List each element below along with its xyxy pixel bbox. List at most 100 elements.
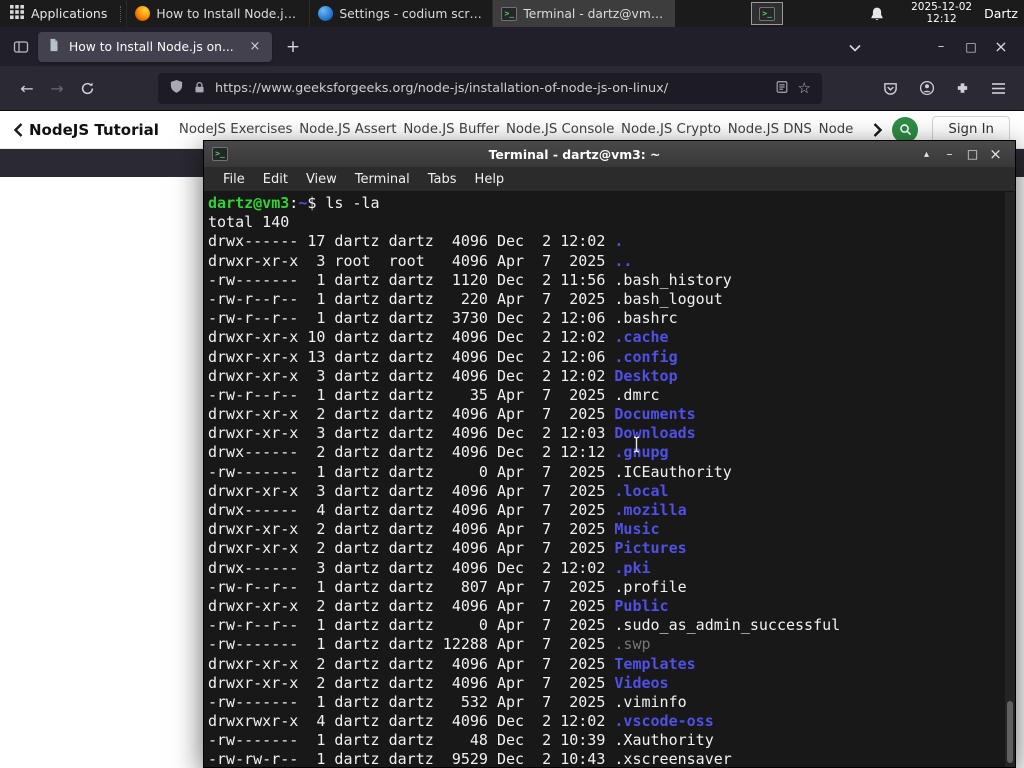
menu-terminal[interactable]: Terminal xyxy=(346,172,419,187)
bookmark-star-icon[interactable]: ☆ xyxy=(798,79,811,97)
window-maximize-button[interactable]: □ xyxy=(956,40,986,54)
nav-item-node-js-assert[interactable]: Node.JS Assert xyxy=(299,122,396,137)
file-name: .bashrc xyxy=(614,309,678,328)
menu-tabs[interactable]: Tabs xyxy=(419,172,466,187)
listing-meta: -rw------- 1 dartz dartz 48 Dec 2 10:39 xyxy=(208,731,615,750)
file-name: .bash_logout xyxy=(614,289,723,308)
listing-row: -rw------- 1 dartz dartz 48 Dec 2 10:39 … xyxy=(208,731,1005,750)
file-name: .gnupg xyxy=(614,443,669,462)
list-all-tabs-icon[interactable] xyxy=(842,37,868,56)
listing-row: -rw------- 1 dartz dartz 0 Apr 7 2025 .I… xyxy=(208,463,1005,482)
listing-meta: -rw-r--r-- 1 dartz dartz 220 Apr 7 2025 xyxy=(208,289,615,308)
listing-row: -rw-rw-r-- 1 dartz dartz 9529 Dec 2 10:4… xyxy=(208,750,1005,767)
tabbar-right-controls: – □ × xyxy=(842,37,1016,56)
applications-menu[interactable]: Applications xyxy=(0,0,117,27)
sign-in-button[interactable]: Sign In xyxy=(932,116,1010,143)
terminal-launcher[interactable]: >_ xyxy=(751,2,784,25)
terminal-close-button[interactable]: × xyxy=(984,145,1007,163)
listing-row: -rw-r--r-- 1 dartz dartz 807 Apr 7 2025 … xyxy=(208,578,1005,597)
taskbar-item-label: How to Install Node.js o... xyxy=(156,6,302,21)
tab-title: How to Install Node.js on... xyxy=(69,39,234,54)
back-button[interactable]: ← xyxy=(12,73,42,103)
forward-button[interactable]: → xyxy=(42,73,72,103)
window-minimize-button[interactable]: – xyxy=(926,39,956,54)
window-close-button[interactable]: × xyxy=(986,37,1016,56)
menu-file[interactable]: File xyxy=(214,172,254,187)
nav-item-node-js-crypto[interactable]: Node.JS Crypto xyxy=(621,122,721,137)
listing-meta: drwxr-xr-x 3 dartz dartz 4096 Apr 7 2025 xyxy=(208,481,615,500)
account-icon[interactable] xyxy=(913,75,940,102)
menu-hamburger-icon[interactable] xyxy=(985,75,1012,102)
nav-item-node[interactable]: Node xyxy=(819,122,854,137)
pocket-icon[interactable] xyxy=(877,75,904,102)
terminal-maximize-button[interactable]: □ xyxy=(961,147,984,161)
panel-clock[interactable]: 2025-12-02 12:12 xyxy=(911,1,973,25)
listing-meta: -rw-r--r-- 1 dartz dartz 0 Apr 7 2025 xyxy=(208,616,615,635)
command-text: ls -la xyxy=(325,194,380,212)
terminal-window: >_ Terminal - dartz@vm3: ~ ▴ – □ × File E… xyxy=(203,140,1016,768)
taskbar-item-codium[interactable]: Settings - codium script... xyxy=(309,0,492,27)
terminal-minimize-button[interactable]: – xyxy=(938,147,961,161)
tracking-shield-icon[interactable] xyxy=(169,79,184,98)
nav-item-nodejs-exercises[interactable]: NodeJS Exercises xyxy=(179,122,293,137)
file-name: Public xyxy=(614,596,669,615)
listing-row: drwx------ 17 dartz dartz 4096 Dec 2 12:… xyxy=(208,232,1005,251)
listing-row: drwxr-xr-x 3 dartz dartz 4096 Dec 2 12:0… xyxy=(208,367,1005,386)
extensions-icon[interactable] xyxy=(949,75,976,102)
prompt-path: ~ xyxy=(298,194,308,212)
browser-tab[interactable]: How to Install Node.js on... × xyxy=(38,31,272,62)
reader-mode-icon[interactable] xyxy=(775,79,789,98)
terminal-titlebar[interactable]: >_ Terminal - dartz@vm3: ~ ▴ – □ × xyxy=(204,141,1015,167)
file-name: .ICEauthority xyxy=(614,462,732,481)
file-name: .profile xyxy=(614,577,687,596)
file-name: .. xyxy=(614,251,633,270)
notifications-bell-icon[interactable] xyxy=(869,6,885,22)
listing-meta: drwxr-xr-x 2 dartz dartz 4096 Apr 7 2025 xyxy=(208,654,615,673)
file-name: Templates xyxy=(614,654,696,673)
listing-meta: drwx------ 17 dartz dartz 4096 Dec 2 12:… xyxy=(208,232,615,251)
listing-meta: -rw------- 1 dartz dartz 12288 Apr 7 202… xyxy=(208,635,615,654)
nav-scroll-left-icon[interactable] xyxy=(14,122,23,137)
new-tab-button[interactable]: + xyxy=(280,37,306,57)
menu-help[interactable]: Help xyxy=(466,172,514,187)
firefox-icon xyxy=(135,6,151,21)
terminal-scrollbar-thumb[interactable] xyxy=(1007,701,1013,763)
nav-scroll-right-icon[interactable] xyxy=(873,122,883,137)
menu-view[interactable]: View xyxy=(297,172,346,187)
nav-brand[interactable]: NodeJS Tutorial xyxy=(29,121,159,139)
file-name: Desktop xyxy=(614,366,678,385)
listing-row: drwxr-xr-x 2 dartz dartz 4096 Apr 7 2025… xyxy=(208,520,1005,539)
taskbar-item-terminal[interactable]: >_ Terminal - dartz@vm3: ~ xyxy=(492,0,676,27)
terminal-scrollbar[interactable] xyxy=(1005,192,1015,767)
terminal-title: Terminal - dartz@vm3: ~ xyxy=(488,146,661,162)
file-name: .config xyxy=(614,347,678,366)
listing-meta: drwxr-xr-x 2 dartz dartz 4096 Apr 7 2025 xyxy=(208,596,615,615)
listing-meta: drwxr-xr-x 10 dartz dartz 4096 Dec 2 12:… xyxy=(208,328,615,347)
listing-meta: -rw------- 1 dartz dartz 532 Apr 7 2025 xyxy=(208,692,615,711)
file-name: .vscode-oss xyxy=(614,712,714,731)
reload-button[interactable] xyxy=(72,73,102,103)
tab-close-icon[interactable]: × xyxy=(247,39,263,54)
panel-user-label: Dartz xyxy=(984,6,1018,21)
nav-item-node-js-dns[interactable]: Node.JS DNS xyxy=(728,122,812,137)
taskbar-item-browser[interactable]: How to Install Node.js o... xyxy=(126,0,309,27)
listing-meta: drwxr-xr-x 3 dartz dartz 4096 Dec 2 12:0… xyxy=(208,424,615,443)
listing-meta: drwx------ 3 dartz dartz 4096 Dec 2 12:0… xyxy=(208,558,615,577)
listing-meta: -rw------- 1 dartz dartz 1120 Dec 2 11:5… xyxy=(208,270,615,289)
terminal-shade-button[interactable]: ▴ xyxy=(915,149,938,160)
file-name: Pictures xyxy=(614,539,687,558)
url-bar[interactable]: https://www.geeksforgeeks.org/node-js/in… xyxy=(158,72,822,104)
nav-item-node-js-console[interactable]: Node.JS Console xyxy=(506,122,614,137)
listing-row: drwxrwxr-x 4 dartz dartz 4096 Dec 2 12:0… xyxy=(208,712,1005,731)
taskbar-item-label: Terminal - dartz@vm3: ~ xyxy=(523,6,668,21)
nav-item-node-js-buffer[interactable]: Node.JS Buffer xyxy=(403,122,499,137)
menu-edit[interactable]: Edit xyxy=(254,172,297,187)
firefox-view-icon[interactable] xyxy=(8,34,34,60)
url-text[interactable]: https://www.geeksforgeeks.org/node-js/in… xyxy=(215,81,766,96)
search-icon[interactable] xyxy=(892,116,919,143)
listing-meta: -rw-r--r-- 1 dartz dartz 3730 Dec 2 12:0… xyxy=(208,309,615,328)
listing-row: drwxr-xr-x 3 root root 4096 Apr 7 2025 .… xyxy=(208,252,1005,271)
lock-icon[interactable] xyxy=(193,79,206,98)
terminal-output[interactable]: dartz@vm3:~$ ls -la total 140 drwx------ 1… xyxy=(204,192,1005,767)
clock-date: 2025-12-02 xyxy=(911,1,973,13)
